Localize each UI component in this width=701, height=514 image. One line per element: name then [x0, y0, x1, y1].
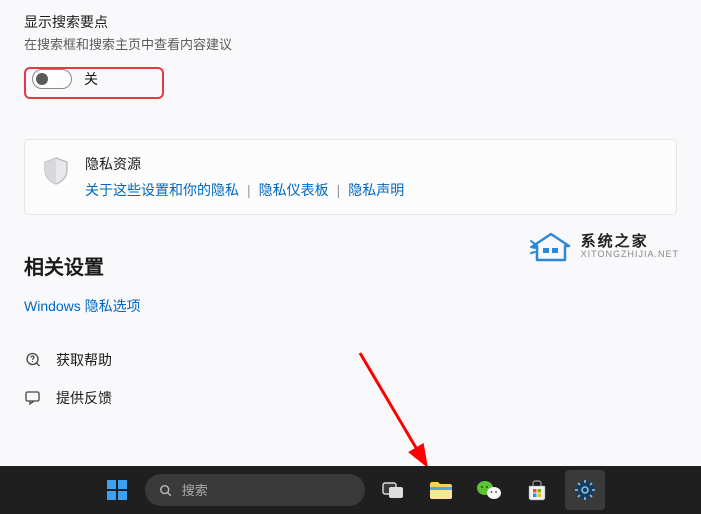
- privacy-title: 隐私资源: [85, 154, 404, 174]
- privacy-resources-card: 隐私资源 关于这些设置和你的隐私 | 隐私仪表板 | 隐私声明: [24, 139, 677, 215]
- toggle-state-label: 关: [84, 69, 98, 89]
- setting-description: 在搜索框和搜索主页中查看内容建议: [24, 34, 677, 53]
- feedback-icon: [24, 389, 42, 407]
- windows-privacy-options-link[interactable]: Windows 隐私选项: [24, 296, 141, 316]
- give-feedback-label: 提供反馈: [56, 388, 112, 408]
- watermark: 系统之家 XITONGZHIJIA.NET: [529, 230, 679, 264]
- taskbar: [0, 466, 701, 514]
- shield-icon: [43, 156, 69, 189]
- start-button[interactable]: [97, 470, 137, 510]
- highlight-annotation: 关: [24, 67, 164, 99]
- help-icon: [24, 351, 42, 369]
- house-icon: [529, 230, 573, 264]
- microsoft-store-button[interactable]: [517, 470, 557, 510]
- taskbar-search-input[interactable]: [182, 483, 351, 498]
- search-highlights-toggle[interactable]: [32, 69, 72, 89]
- give-feedback-link[interactable]: 提供反馈: [24, 388, 677, 408]
- setting-title: 显示搜索要点: [24, 12, 677, 32]
- privacy-link-statement[interactable]: 隐私声明: [348, 180, 404, 200]
- wechat-button[interactable]: [469, 470, 509, 510]
- search-icon: [159, 483, 172, 498]
- privacy-link-dashboard[interactable]: 隐私仪表板: [259, 180, 329, 200]
- taskbar-search[interactable]: [145, 474, 365, 506]
- file-explorer-button[interactable]: [421, 470, 461, 510]
- task-view-button[interactable]: [373, 470, 413, 510]
- get-help-label: 获取帮助: [56, 350, 112, 370]
- get-help-link[interactable]: 获取帮助: [24, 350, 677, 370]
- privacy-link-about[interactable]: 关于这些设置和你的隐私: [85, 180, 239, 200]
- settings-button[interactable]: [565, 470, 605, 510]
